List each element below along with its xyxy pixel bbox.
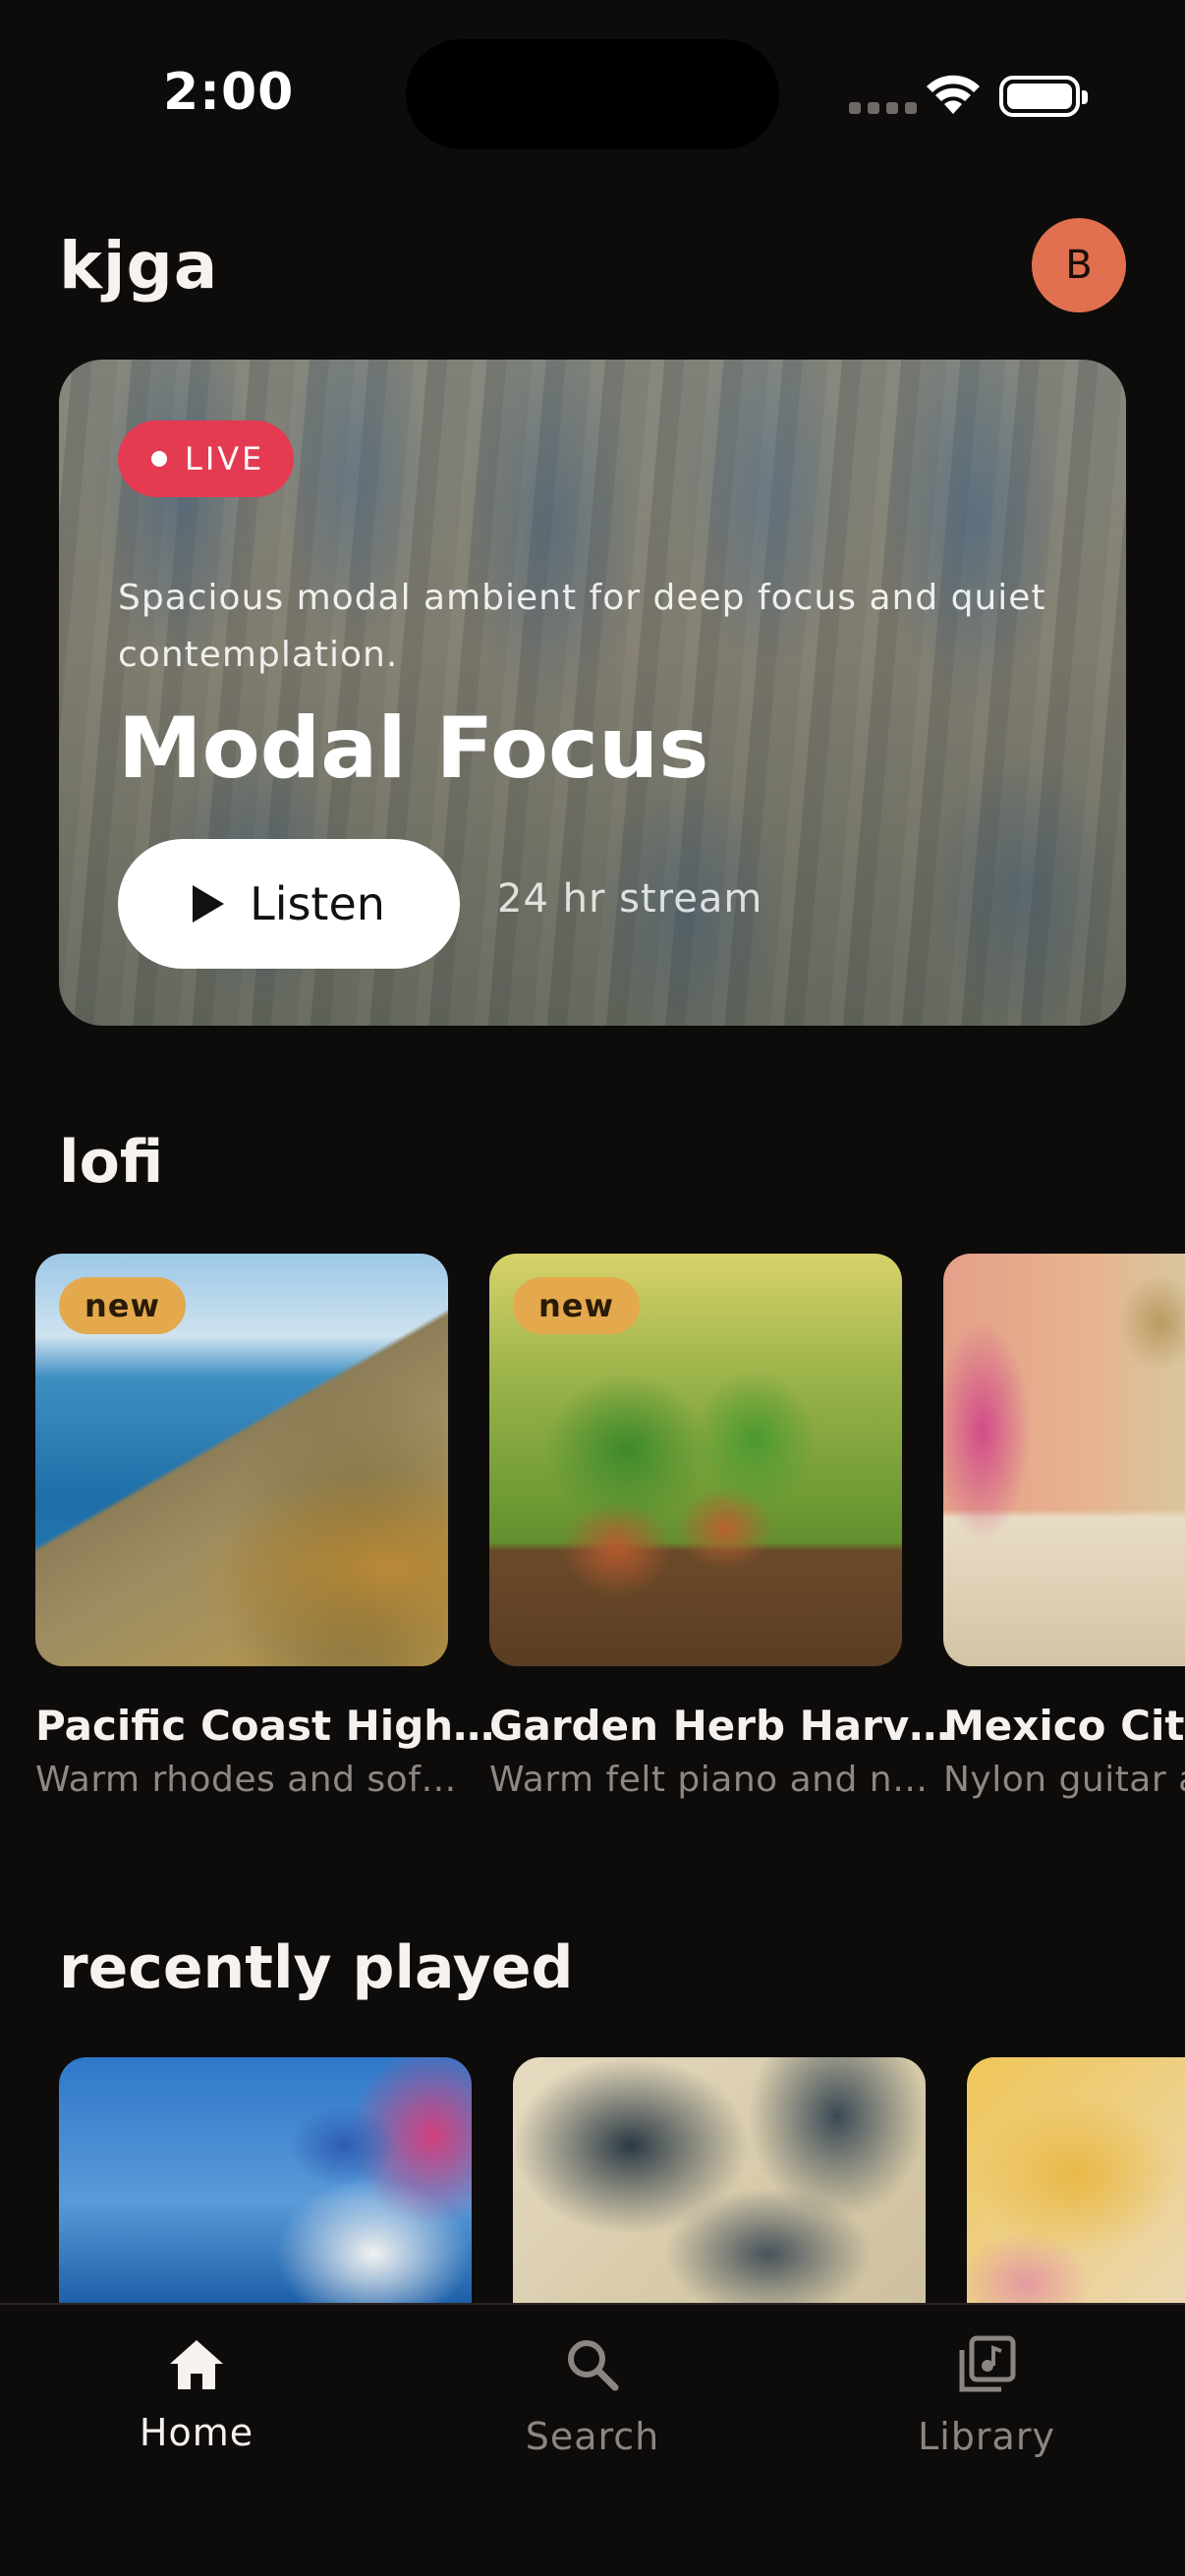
status-time: 2:00 xyxy=(163,63,295,122)
recent-card[interactable] xyxy=(513,2057,926,2303)
playlist-title: Mexico City xyxy=(943,1702,1185,1750)
playlist-subtitle: Nylon guitar a xyxy=(943,1760,1185,1800)
recent-cover xyxy=(513,2057,926,2303)
listen-button-label: Listen xyxy=(250,877,385,930)
recent-card[interactable] xyxy=(967,2057,1185,2303)
dynamic-island xyxy=(406,39,779,149)
playlist-title: Garden Herb Harv… xyxy=(489,1702,951,1750)
recent-cover xyxy=(967,2057,1185,2303)
new-badge: new xyxy=(59,1277,187,1334)
recent-card[interactable] xyxy=(59,2057,472,2303)
playlist-card[interactable]: Mexico City Nylon guitar a xyxy=(943,1254,1185,1800)
playlist-title: Pacific Coast High… xyxy=(35,1702,495,1750)
battery-icon xyxy=(999,76,1088,117)
avatar[interactable]: B xyxy=(1032,218,1126,312)
live-dot-icon xyxy=(151,451,167,467)
playlist-cover: new xyxy=(489,1254,902,1666)
lofi-carousel[interactable]: new Pacific Coast High… Warm rhodes and … xyxy=(0,1254,1185,1843)
listen-button[interactable]: Listen xyxy=(118,839,460,969)
play-icon xyxy=(193,885,225,923)
app-title: kjga xyxy=(59,228,219,304)
section-title-recently-played: recently played xyxy=(59,1933,574,2002)
cellular-signal-icon xyxy=(849,102,917,114)
wifi-icon xyxy=(927,75,980,114)
nav-search[interactable]: Search xyxy=(465,2332,720,2458)
playlist-card[interactable]: new Pacific Coast High… Warm rhodes and … xyxy=(35,1254,495,1800)
playlist-cover: new xyxy=(35,1254,448,1666)
search-icon xyxy=(568,2340,619,2391)
library-icon xyxy=(959,2335,1016,2392)
playlist-card[interactable]: new Garden Herb Harv… Warm felt piano an… xyxy=(489,1254,951,1800)
recent-cover xyxy=(59,2057,472,2303)
nav-search-label: Search xyxy=(525,2415,660,2458)
recently-played-carousel[interactable] xyxy=(0,2057,1185,2303)
new-badge: new xyxy=(513,1277,641,1334)
nav-home-label: Home xyxy=(139,2411,254,2454)
status-bar: 2:00 xyxy=(0,0,1185,187)
hero-title: Modal Focus xyxy=(118,700,709,798)
nav-home[interactable]: Home xyxy=(69,2332,324,2454)
live-badge: LIVE xyxy=(118,420,295,497)
hero-card[interactable]: LIVE Spacious modal ambient for deep foc… xyxy=(59,360,1126,1026)
bottom-nav: Home Search Library xyxy=(0,2303,1185,2576)
playlist-subtitle: Warm rhodes and sof… xyxy=(35,1760,457,1800)
nav-library-label: Library xyxy=(918,2415,1055,2458)
home-icon xyxy=(170,2340,223,2389)
section-title-lofi: lofi xyxy=(59,1128,164,1197)
nav-library[interactable]: Library xyxy=(859,2332,1114,2458)
playlist-cover xyxy=(943,1254,1185,1666)
stream-duration: 24 hr stream xyxy=(497,876,763,922)
hero-description: Spacious modal ambient for deep focus an… xyxy=(118,578,1046,675)
playlist-subtitle: Warm felt piano and n… xyxy=(489,1760,929,1800)
live-badge-label: LIVE xyxy=(185,440,265,477)
